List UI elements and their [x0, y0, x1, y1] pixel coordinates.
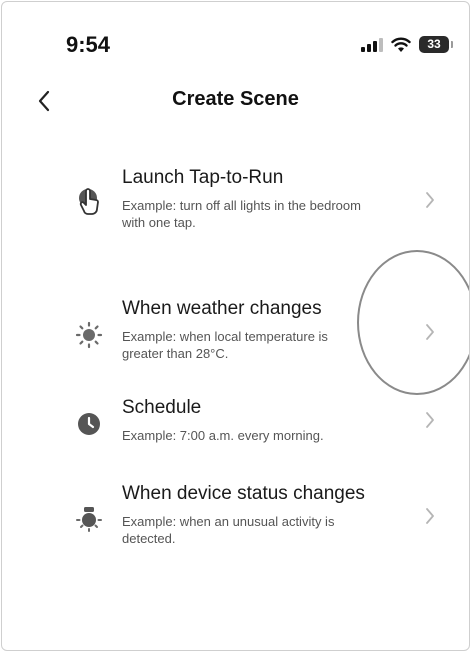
wifi-icon	[391, 37, 411, 52]
status-icons: 33	[361, 36, 453, 53]
list-item-subtitle: Example: 7:00 a.m. every morning.	[122, 428, 324, 443]
list-item-subtitle: Example: when local temperature is great…	[122, 329, 328, 361]
header: Create Scene	[2, 82, 469, 122]
list-item-schedule[interactable]: Schedule Example: 7:00 a.m. every mornin…	[2, 387, 469, 483]
sun-icon	[72, 318, 106, 352]
list-item-subtitle: Example: when an unusual activity is det…	[122, 514, 335, 546]
list-item-weather-changes[interactable]: When weather changes Example: when local…	[2, 278, 469, 387]
list-item-device-status-changes[interactable]: When device status changes Example: when…	[2, 483, 469, 604]
chevron-right-icon	[422, 409, 438, 431]
battery-icon: 33	[419, 36, 453, 53]
list-item-title: When device status changes	[122, 483, 365, 504]
list-item-title: When weather changes	[122, 298, 322, 319]
list-item-title: Schedule	[122, 397, 202, 418]
device-icon	[72, 501, 106, 535]
list-item-launch-tap-to-run[interactable]: Launch Tap-to-Run Example: turn off all …	[2, 157, 469, 278]
trigger-list: Launch Tap-to-Run Example: turn off all …	[2, 157, 469, 604]
status-bar: 9:54 33	[2, 2, 469, 82]
list-item-subtitle: Example: turn off all lights in the bedr…	[122, 198, 361, 230]
chevron-right-icon	[422, 505, 438, 527]
status-time: 9:54	[66, 32, 111, 57]
cellular-signal-icon	[361, 37, 383, 52]
chevron-right-icon	[422, 189, 438, 211]
list-item-title: Launch Tap-to-Run	[122, 167, 284, 188]
tap-hand-icon	[72, 185, 106, 219]
phone-screen: 9:54 33 Create Scene Launch Tap-to-Run E…	[1, 1, 470, 651]
clock-icon	[72, 407, 106, 441]
page-title: Create Scene	[172, 88, 299, 110]
chevron-right-icon	[422, 321, 438, 343]
